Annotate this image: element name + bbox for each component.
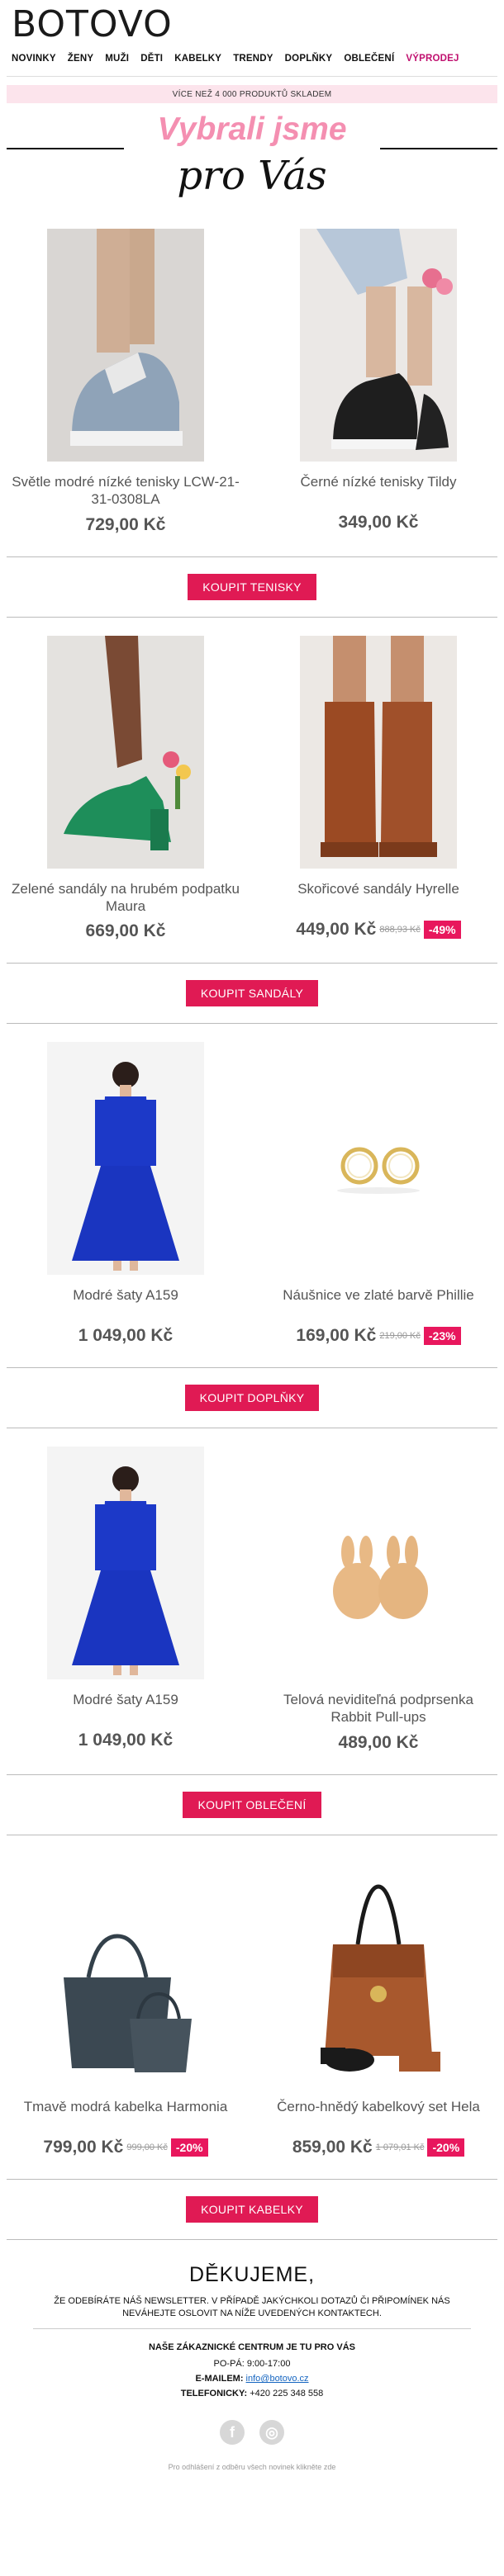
product-card[interactable]: Náušnice ve zlaté barvě Phillie 169,00 K… (259, 1042, 497, 1346)
product-name[interactable]: Zelené sandály na hrubém podpatku Maura (7, 880, 245, 916)
facebook-icon[interactable]: f (220, 2420, 245, 2446)
customer-center-title: NAŠE ZÁKAZNICKÉ CENTRUM JE TU PRO VÁS (149, 2342, 355, 2353)
hero-title: Vybrali jsme (157, 111, 347, 147)
product-price: 859,00 Kč (292, 2137, 373, 2157)
buy-clothing-button[interactable]: KOUPIT OBLEČENÍ (183, 1791, 321, 1818)
product-image-cinnamon-sandals[interactable] (300, 635, 457, 869)
product-price: 729,00 Kč (85, 514, 166, 534)
product-image-light-blue-sneakers[interactable] (47, 229, 204, 462)
nav-divider (7, 76, 497, 77)
nav-trendy[interactable]: TRENDY (233, 54, 273, 64)
product-price: 349,00 Kč (338, 513, 419, 532)
discount-badge: -20% (427, 2138, 465, 2157)
product-price: 669,00 Kč (85, 921, 166, 940)
old-price: 999,00 Kč (126, 2142, 168, 2152)
nav-kabelky[interactable]: KABELKY (174, 54, 221, 64)
product-image-blue-dress[interactable] (47, 1042, 204, 1275)
section-divider (7, 2238, 497, 2240)
product-name[interactable]: Světle modré nízké tenisky LCW-21-31-030… (7, 473, 245, 509)
instagram-icon[interactable]: ◎ (259, 2420, 284, 2446)
discount-badge: -23% (423, 1327, 461, 1345)
footer-divider (33, 2328, 471, 2330)
unsubscribe-note: Pro odhlášení z odběru všech novinek kli… (0, 2463, 504, 2471)
old-price: 1 079,01 Kč (375, 2142, 425, 2152)
phone-label: TELEFONICKY: (180, 2389, 248, 2399)
product-row: Světle modré nízké tenisky LCW-21-31-030… (0, 229, 504, 535)
product-image-black-sneakers[interactable] (300, 229, 457, 462)
product-image-navy-handbag[interactable] (47, 1853, 204, 2086)
unsubscribe-text: Pro odhlášení z odběru všech novinek kli… (168, 2463, 322, 2472)
product-card[interactable]: Tmavě modrá kabelka Harmonia 799,00 Kč 9… (7, 1853, 245, 2157)
product-price: 489,00 Kč (338, 1732, 419, 1752)
thanks-text: ŽE ODEBÍRÁTE NÁŠ NEWSLETTER. V PŘÍPADĚ J… (54, 2295, 450, 2318)
product-name[interactable]: Skořicové sandály Hyrelle (259, 880, 497, 913)
buy-handbags-button[interactable]: KOUPIT KABELKY (186, 2195, 318, 2223)
product-name[interactable]: Telová neviditeľná podprsenka Rabbit Pul… (259, 1691, 497, 1726)
product-price: 449,00 Kč (296, 919, 377, 939)
discount-badge: -49% (423, 920, 461, 939)
product-name[interactable]: Modré šaty A159 (7, 1691, 245, 1724)
old-price: 219,00 Kč (379, 1331, 421, 1341)
nav-doplnky[interactable]: DOPLŇKY (285, 54, 333, 64)
nav-obleceni[interactable]: OBLEČENÍ (344, 54, 394, 64)
product-card[interactable]: Černé nízké tenisky Tildy 349,00 Kč (259, 229, 497, 535)
discount-badge: -20% (170, 2138, 208, 2157)
product-card[interactable]: Světle modré nízké tenisky LCW-21-31-030… (7, 229, 245, 535)
main-nav: NOVINKY ŽENY MUŽI DĚTI KABELKY TRENDY DO… (0, 43, 504, 74)
brand-logo[interactable]: BOTOVO (0, 0, 504, 43)
product-name[interactable]: Černo-hnědý kabelkový set Hela (259, 2098, 497, 2131)
product-card[interactable]: Zelené sandály na hrubém podpatku Maura … (7, 635, 245, 942)
nav-novinky[interactable]: NOVINKY (12, 54, 56, 64)
buy-accessories-button[interactable]: KOUPIT DOPLŇKY (184, 1385, 320, 1411)
social-links: f ◎ (0, 2420, 504, 2446)
product-row: Zelené sandály na hrubém podpatku Maura … (0, 635, 504, 942)
product-price: 169,00 Kč (296, 1326, 377, 1345)
product-name[interactable]: Černé nízké tenisky Tildy (259, 473, 497, 506)
phone-contact: TELEFONICKY: +420 225 348 558 (0, 2389, 504, 2398)
product-name[interactable]: Náušnice ve zlaté barvě Phillie (259, 1286, 497, 1319)
nav-deti[interactable]: DĚTI (140, 54, 163, 64)
email-link[interactable]: info@botovo.cz (246, 2374, 309, 2384)
thanks-heading: DĚKUJEME, (188, 2262, 316, 2286)
opening-hours: PO-PÁ: 9:00-17:00 (213, 2359, 291, 2370)
hero-line-right (380, 148, 497, 149)
newsletter-page: BOTOVO NOVINKY ŽENY MUŽI DĚTI KABELKY TR… (0, 0, 504, 2576)
product-image-brown-handbag-set[interactable] (300, 1853, 457, 2086)
old-price: 888,93 Kč (379, 924, 421, 935)
product-price: 799,00 Kč (43, 2137, 124, 2157)
stock-banner: VÍCE NEŽ 4 000 PRODUKTŮ SKLADEM (7, 85, 497, 103)
product-price: 1 049,00 Kč (78, 1731, 174, 1750)
product-image-nude-bra[interactable] (300, 1447, 457, 1679)
nav-zeny[interactable]: ŽENY (68, 54, 93, 64)
email-label: E-MAILEM: (195, 2374, 244, 2384)
nav-muzi[interactable]: MUŽI (105, 54, 129, 64)
buy-sandals-button[interactable]: KOUPIT SANDÁLY (185, 980, 319, 1006)
product-row: Tmavě modrá kabelka Harmonia 799,00 Kč 9… (0, 1853, 504, 2157)
nav-vyprodej[interactable]: VÝPRODEJ (406, 54, 459, 64)
unsubscribe-link[interactable]: zde (324, 2463, 336, 2471)
buy-sneakers-button[interactable]: KOUPIT TENISKY (188, 573, 316, 600)
hero-banner: Vybrali jsme pro Vás (0, 103, 504, 211)
product-card[interactable]: Telová neviditeľná podprsenka Rabbit Pul… (259, 1447, 497, 1753)
phone-number[interactable]: +420 225 348 558 (250, 2389, 323, 2398)
product-row: Modré šaty A159 1 049,00 Kč Telová nevid… (0, 1447, 504, 1753)
product-image-blue-dress[interactable] (47, 1447, 204, 1679)
product-image-green-sandals[interactable] (47, 635, 204, 869)
product-image-gold-earrings[interactable] (300, 1042, 457, 1275)
logo-text: BOTOVO (12, 3, 173, 45)
product-name[interactable]: Modré šaty A159 (7, 1286, 245, 1319)
product-card[interactable]: Skořicové sandály Hyrelle 449,00 Kč 888,… (259, 635, 497, 942)
product-name[interactable]: Tmavě modrá kabelka Harmonia (7, 2098, 245, 2131)
email-contact: E-MAILEM: info@botovo.cz (0, 2374, 504, 2384)
product-card[interactable]: Černo-hnědý kabelkový set Hela 859,00 Kč… (259, 1853, 497, 2157)
product-card[interactable]: Modré šaty A159 1 049,00 Kč (7, 1042, 245, 1346)
product-price: 1 049,00 Kč (78, 1326, 174, 1345)
product-card[interactable]: Modré šaty A159 1 049,00 Kč (7, 1447, 245, 1753)
hero-line-left (7, 148, 124, 149)
hero-script: pro Vás (177, 153, 327, 199)
product-row: Modré šaty A159 1 049,00 Kč Náušnice ve … (0, 1042, 504, 1346)
